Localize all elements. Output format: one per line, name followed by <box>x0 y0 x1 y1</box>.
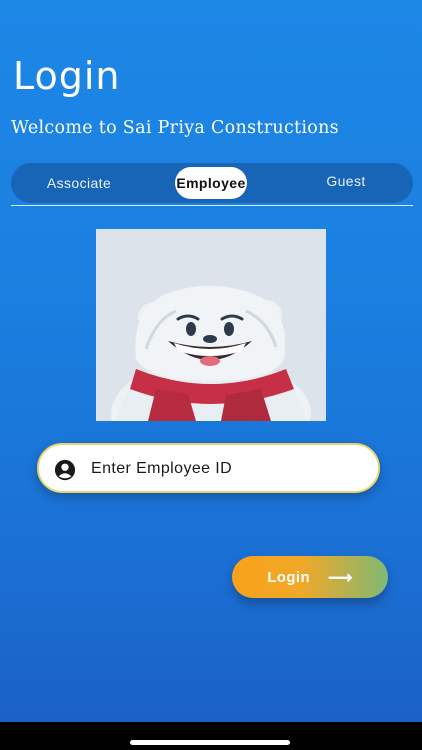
tab-associate-label: Associate <box>46 175 112 191</box>
tab-guest[interactable]: Guest <box>311 161 381 201</box>
tab-employee-label: Employee <box>176 175 246 191</box>
tab-divider <box>11 205 413 206</box>
login-button-label: Login <box>267 568 311 586</box>
login-button[interactable]: Login ⟶ <box>232 556 388 598</box>
role-tab-bar: Associate Employee Guest <box>11 163 413 203</box>
arrow-right-icon: ⟶ <box>328 567 353 587</box>
tab-associate[interactable]: Associate <box>33 163 125 203</box>
system-bottom-bar <box>0 722 422 750</box>
tab-employee[interactable]: Employee <box>175 167 247 199</box>
polar-bear-mascot-icon <box>96 229 326 421</box>
tab-guest-label: Guest <box>326 173 366 189</box>
employee-id-field[interactable] <box>37 443 380 493</box>
employee-id-input[interactable] <box>91 455 361 483</box>
account-circle-icon <box>54 459 76 481</box>
welcome-subtitle: Welcome to Sai Priya Constructions <box>11 118 339 138</box>
page-title: Login <box>13 54 121 98</box>
mascot-avatar <box>96 229 326 421</box>
home-indicator[interactable] <box>130 740 290 745</box>
